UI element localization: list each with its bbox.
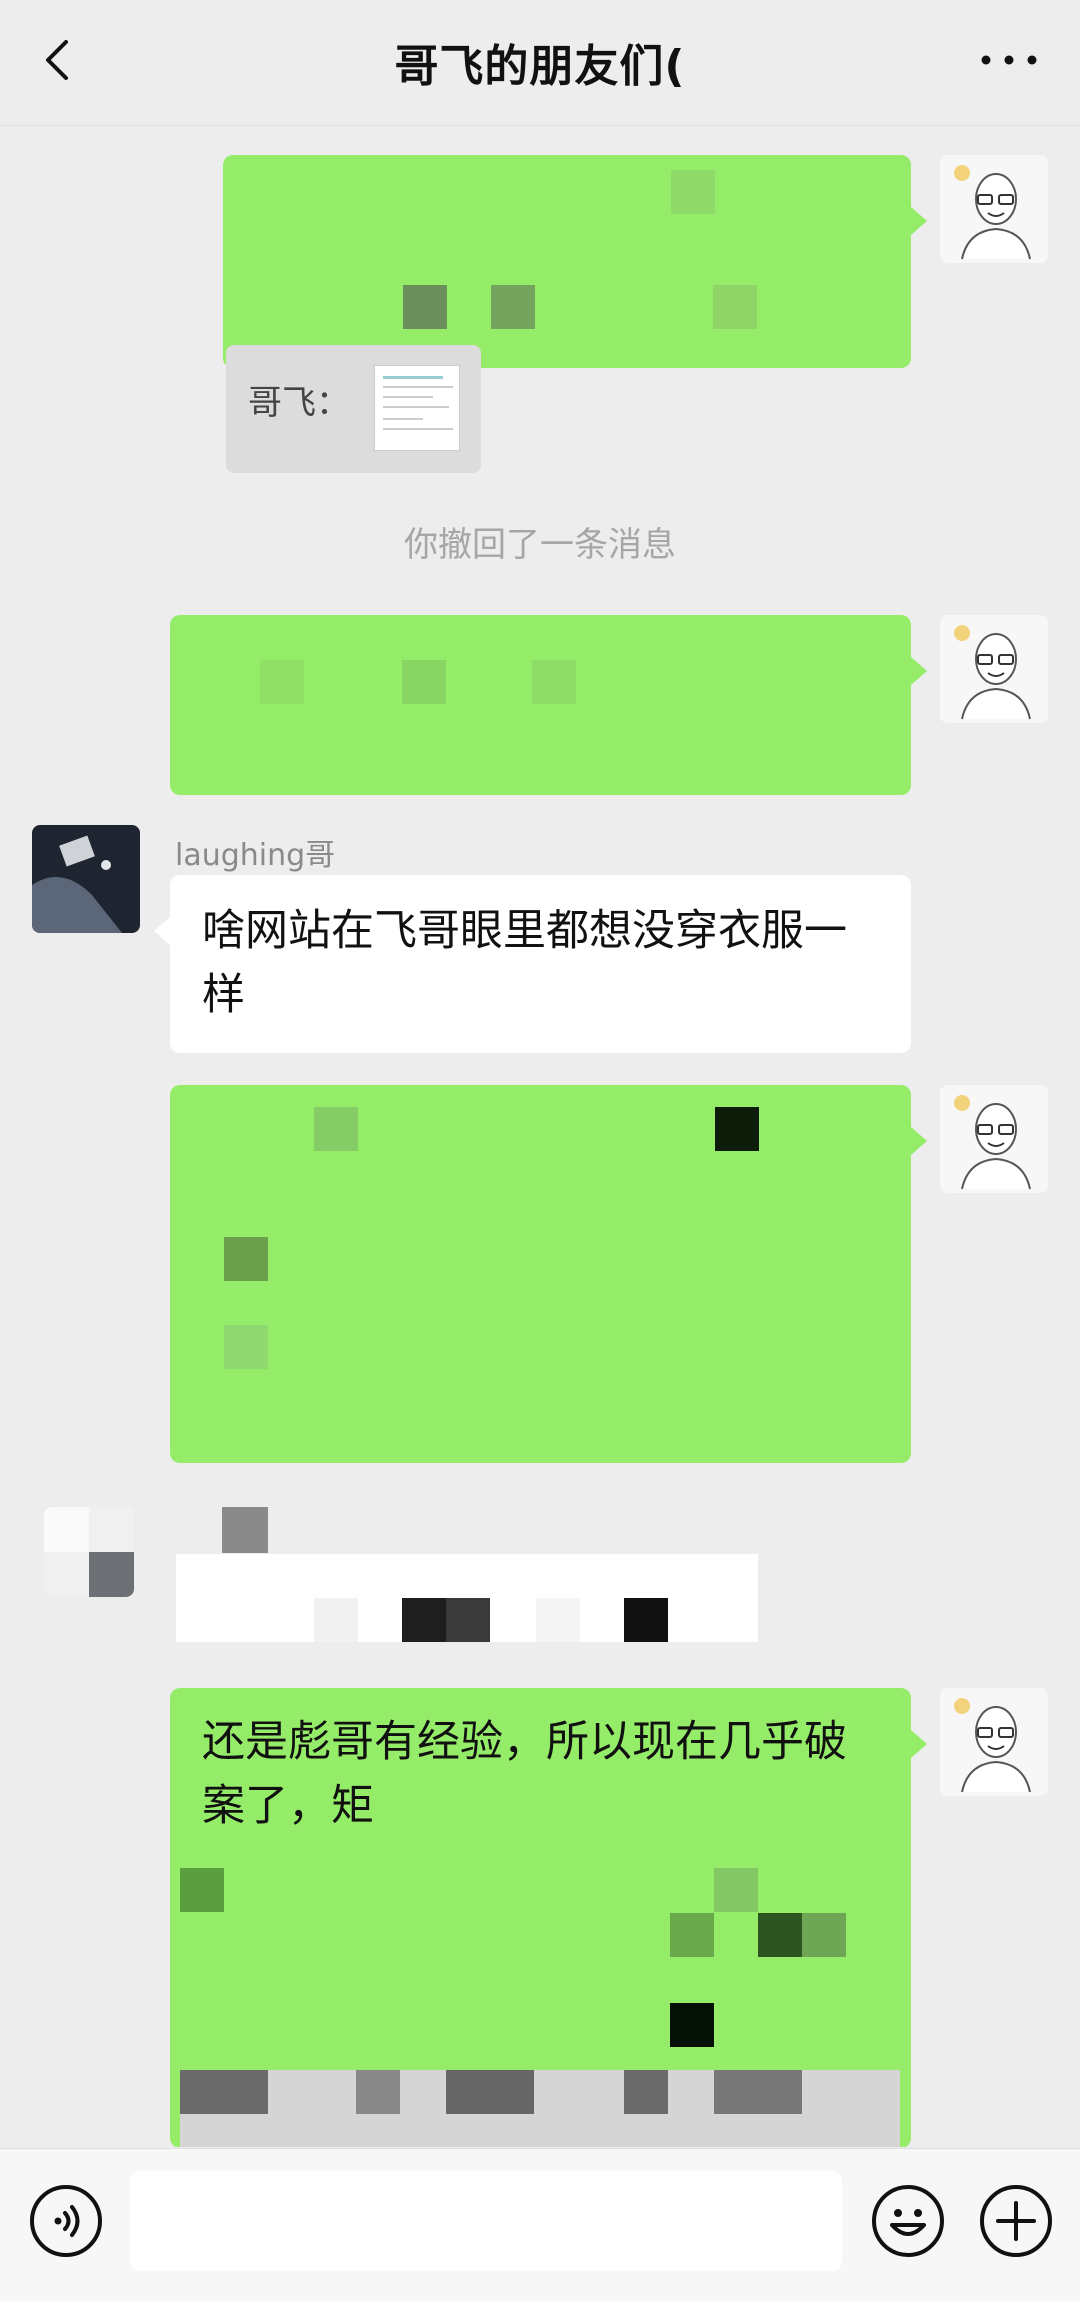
my-avatar[interactable] <box>940 155 1048 263</box>
mosaic-block <box>671 170 715 214</box>
voice-icon <box>30 2185 102 2257</box>
message-line: 样 <box>202 970 245 1020</box>
chat-title: 哥飞的朋友们( <box>394 41 686 92</box>
mosaic-block <box>260 660 304 704</box>
bald-man-avatar-icon <box>940 1085 1048 1193</box>
mosaic-block <box>402 660 446 704</box>
message-line: 啥网站在飞哥眼里都想没穿衣服一 <box>202 906 847 956</box>
mosaic-block <box>670 2003 714 2047</box>
mosaic-block <box>714 1868 758 1912</box>
input-bar <box>0 2148 1080 2301</box>
space-photo-avatar-icon <box>32 825 140 933</box>
my-avatar[interactable] <box>940 615 1048 723</box>
mosaic-block <box>224 1237 268 1281</box>
bubble-arrow <box>911 657 927 685</box>
friend-avatar[interactable] <box>32 825 140 933</box>
mosaic-block <box>180 1868 224 1912</box>
mosaic-block <box>624 1598 668 1642</box>
mosaic-block <box>44 1507 89 1552</box>
bald-man-avatar-icon <box>940 1688 1048 1796</box>
mosaic-block <box>532 660 576 704</box>
mosaic-block <box>758 1913 802 1957</box>
recall-notice: 你撤回了一条消息 <box>404 525 676 565</box>
mosaic-block <box>402 1598 446 1642</box>
my-message-bubble[interactable] <box>223 155 911 368</box>
voice-button[interactable] <box>28 2183 104 2259</box>
message-line: 案了，矩 <box>202 1781 374 1831</box>
more-dots-icon <box>981 55 1037 65</box>
quote-sender: 哥飞： <box>248 383 350 423</box>
friend-message-bubble[interactable]: 啥网站在飞哥眼里都想没穿衣服一 样 <box>170 875 911 1053</box>
mosaic-block <box>403 285 447 329</box>
plus-icon <box>980 2185 1052 2257</box>
my-avatar[interactable] <box>940 1688 1048 1796</box>
mosaic-block <box>624 2070 668 2114</box>
emoji-icon <box>872 2185 944 2257</box>
more-button[interactable] <box>974 38 1044 82</box>
bald-man-avatar-icon <box>940 155 1048 263</box>
message-line: 还是彪哥有经验，所以现在几乎破 <box>202 1717 847 1767</box>
mosaic-block <box>446 2070 534 2114</box>
mosaic-block <box>224 1325 268 1369</box>
chat-header: 哥飞的朋友们( <box>0 0 1080 126</box>
bubble-arrow <box>911 1730 927 1758</box>
my-message-bubble[interactable]: 还是彪哥有经验，所以现在几乎破 案了，矩 <box>170 1688 911 2147</box>
my-avatar[interactable] <box>940 1085 1048 1193</box>
message-input[interactable] <box>130 2171 842 2271</box>
quoted-message[interactable]: 哥飞： <box>226 345 481 473</box>
mosaic-block <box>802 1913 846 1957</box>
friend-avatar[interactable] <box>44 1507 134 1597</box>
sender-name: laughing哥 <box>175 838 336 873</box>
my-message-bubble[interactable] <box>170 1085 911 1463</box>
quote-thumbnail <box>374 365 460 451</box>
mosaic-block <box>714 2070 802 2114</box>
mosaic-block <box>89 1552 134 1597</box>
mosaic-block <box>314 1598 358 1642</box>
mosaic-block <box>222 1507 268 1553</box>
mosaic-block <box>356 2070 400 2114</box>
bubble-arrow <box>154 917 170 945</box>
mosaic-block <box>446 1598 490 1642</box>
mosaic-block <box>713 285 757 329</box>
mosaic-block <box>715 1107 759 1151</box>
my-message-bubble[interactable] <box>170 615 911 795</box>
mosaic-block <box>670 1913 714 1957</box>
bald-man-avatar-icon <box>940 615 1048 723</box>
mosaic-block <box>180 2070 268 2114</box>
friend-message-bubble[interactable] <box>176 1554 758 1642</box>
bubble-arrow <box>911 1127 927 1155</box>
chat-area[interactable]: 哥飞： 你撤回了一条消息 laughing哥 啥网站在飞哥眼里都想没穿衣服一 样… <box>0 127 1080 2147</box>
mosaic-block <box>491 285 535 329</box>
plus-button[interactable] <box>978 2183 1054 2259</box>
mosaic-block <box>314 1107 358 1151</box>
mosaic-block <box>536 1598 580 1642</box>
emoji-button[interactable] <box>870 2183 946 2259</box>
bubble-arrow <box>911 207 927 235</box>
